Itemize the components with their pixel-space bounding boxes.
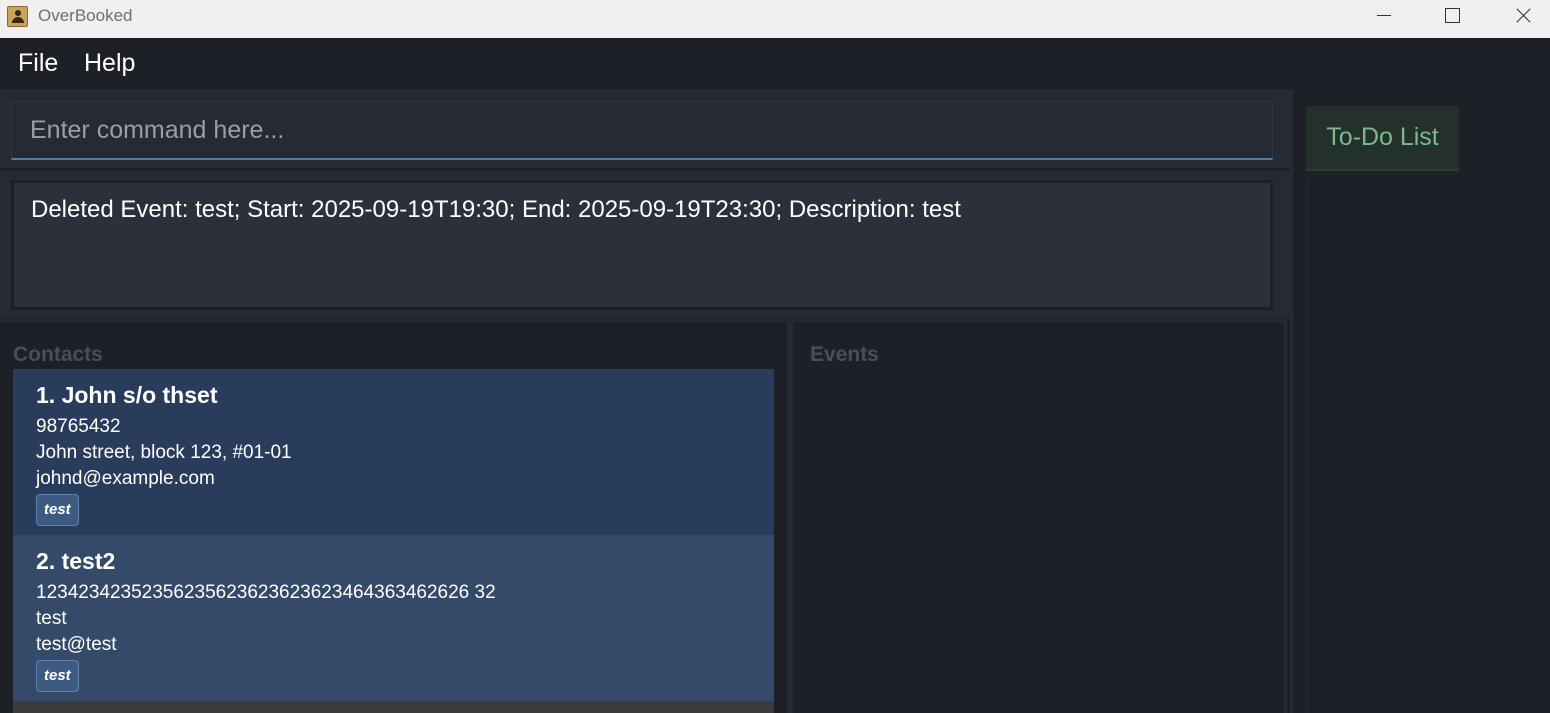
contacts-title: Contacts [13,343,103,366]
result-display-container: Deleted Event: test; Start: 2025-09-19T1… [0,168,1290,318]
main-panel: Deleted Event: test; Start: 2025-09-19T1… [0,90,1290,713]
contact-card[interactable]: 2. test2 1234234235235623562362362362346… [13,535,774,701]
minimize-icon[interactable] [1350,0,1418,38]
title-bar: OverBooked [0,0,1550,38]
command-box [0,90,1290,168]
contact-email: test@test [36,634,117,655]
menu-bar: File Help [0,38,1550,90]
events-title: Events [810,343,879,366]
contact-list[interactable]: 1. John s/o thset 98765432 John street, … [13,369,774,713]
contact-card[interactable]: 1. John s/o thset 98765432 John street, … [13,369,774,535]
contact-phone: 98765432 [36,416,121,437]
contact-tag: test [36,494,79,526]
contact-phone: 1234234235235623562362362362346436346262… [36,582,496,603]
app-icon [7,6,28,27]
window-title: OverBooked [38,6,133,25]
close-icon[interactable] [1488,0,1550,38]
command-input[interactable] [11,101,1273,160]
menu-help[interactable]: Help [84,49,135,78]
contacts-panel: Contacts 1. John s/o thset 98765432 John… [0,319,790,713]
todo-list-area [1306,178,1550,713]
tab-todo-list[interactable]: To-Do List [1306,106,1459,171]
contact-address: test [36,608,67,629]
contact-address: John street, block 123, #01-01 [36,442,292,463]
contact-name: 1. John s/o thset [36,382,218,408]
contact-email: johnd@example.com [36,468,215,489]
result-display: Deleted Event: test; Start: 2025-09-19T1… [11,180,1273,310]
maximize-icon[interactable] [1418,0,1486,38]
contact-name: 2. test2 [36,548,116,574]
todo-panel: To-Do List [1290,90,1550,713]
menu-file[interactable]: File [18,49,58,78]
contact-tag: test [36,660,79,692]
events-panel: Events [790,319,1287,713]
